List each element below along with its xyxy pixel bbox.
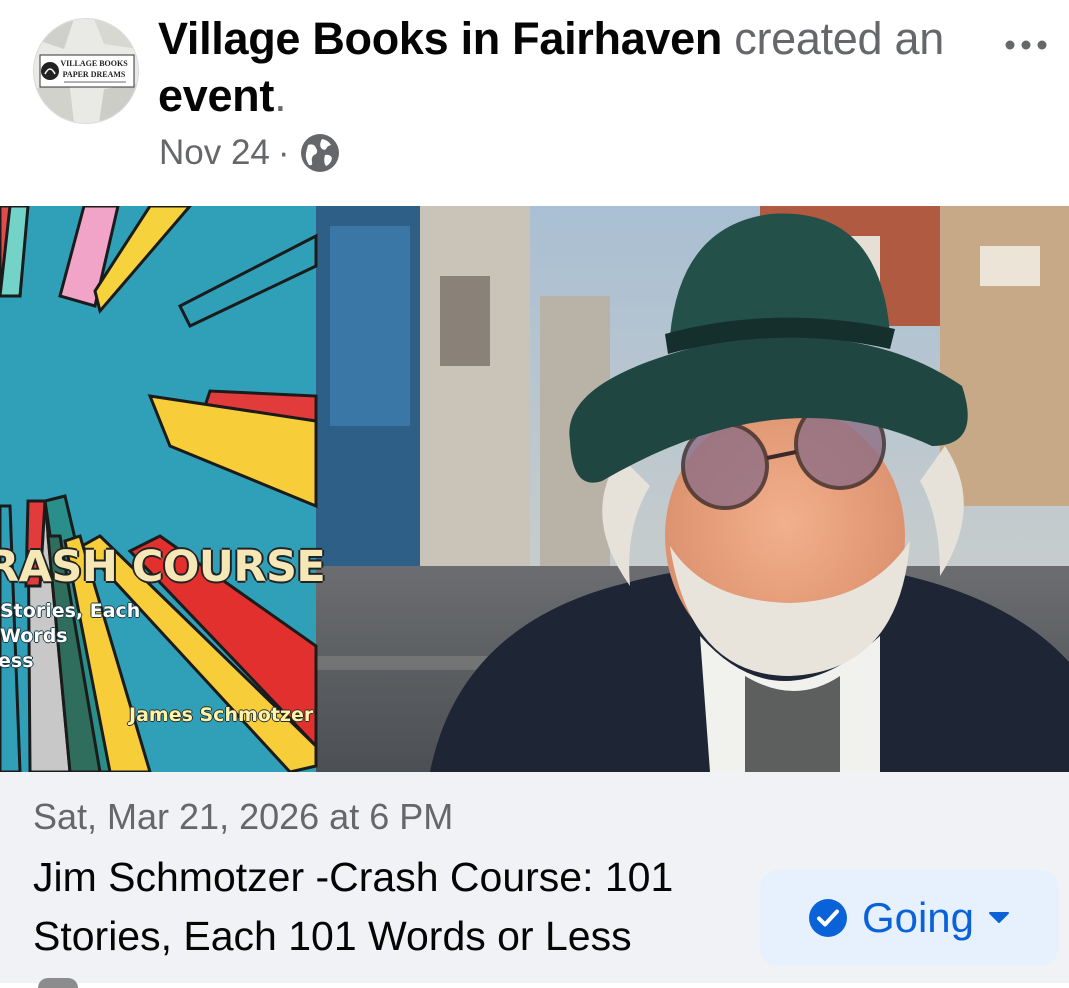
- commenter-avatar-peek: [38, 978, 78, 988]
- cover-title: RASH COURSE: [0, 542, 326, 592]
- page-name-link[interactable]: Village Books in Fairhaven: [158, 13, 722, 64]
- cover-subtitle-2: Words: [0, 625, 68, 647]
- book-cover: [0, 206, 318, 772]
- more-options-button[interactable]: [996, 22, 1056, 68]
- more-options-icon: [1005, 40, 1047, 50]
- headline-punctuation: .: [274, 70, 287, 121]
- post-header: VILLAGE BOOKS PAPER DREAMS Village Books…: [0, 0, 1069, 206]
- cover-author: James Schmotzer: [129, 704, 314, 726]
- event-details-card[interactable]: Sat, Mar 21, 2026 at 6 PM Jim Schmotzer …: [0, 772, 1069, 983]
- post-meta: Nov 24 ·: [159, 132, 340, 174]
- village-books-logo: VILLAGE BOOKS PAPER DREAMS: [34, 19, 138, 123]
- globe-icon: [300, 133, 340, 173]
- page-avatar[interactable]: VILLAGE BOOKS PAPER DREAMS: [33, 18, 139, 124]
- going-rsvp-button[interactable]: Going: [760, 870, 1058, 966]
- cover-subtitle-3: ess: [0, 650, 34, 672]
- cover-subtitle-1: Stories, Each: [0, 600, 141, 622]
- event-link[interactable]: event: [158, 70, 274, 121]
- going-label: Going: [861, 894, 975, 941]
- action-text: created an: [734, 13, 944, 64]
- meta-separator: ·: [277, 133, 290, 172]
- avatar-text-1: VILLAGE BOOKS: [60, 59, 128, 68]
- event-title[interactable]: Jim Schmotzer -Crash Course: 101 Stories…: [33, 848, 753, 966]
- post-date[interactable]: Nov 24: [159, 133, 270, 173]
- event-cover-image[interactable]: RASH COURSE Stories, Each Words ess: [0, 206, 1069, 772]
- avatar-text-2: PAPER DREAMS: [63, 70, 126, 79]
- check-circle-icon: [808, 899, 847, 937]
- caret-down-icon: [989, 912, 1010, 923]
- post-headline: Village Books in Fairhaven created an ev…: [158, 10, 978, 124]
- event-photo: [0, 206, 1069, 772]
- event-date-time: Sat, Mar 21, 2026 at 6 PM: [33, 796, 454, 837]
